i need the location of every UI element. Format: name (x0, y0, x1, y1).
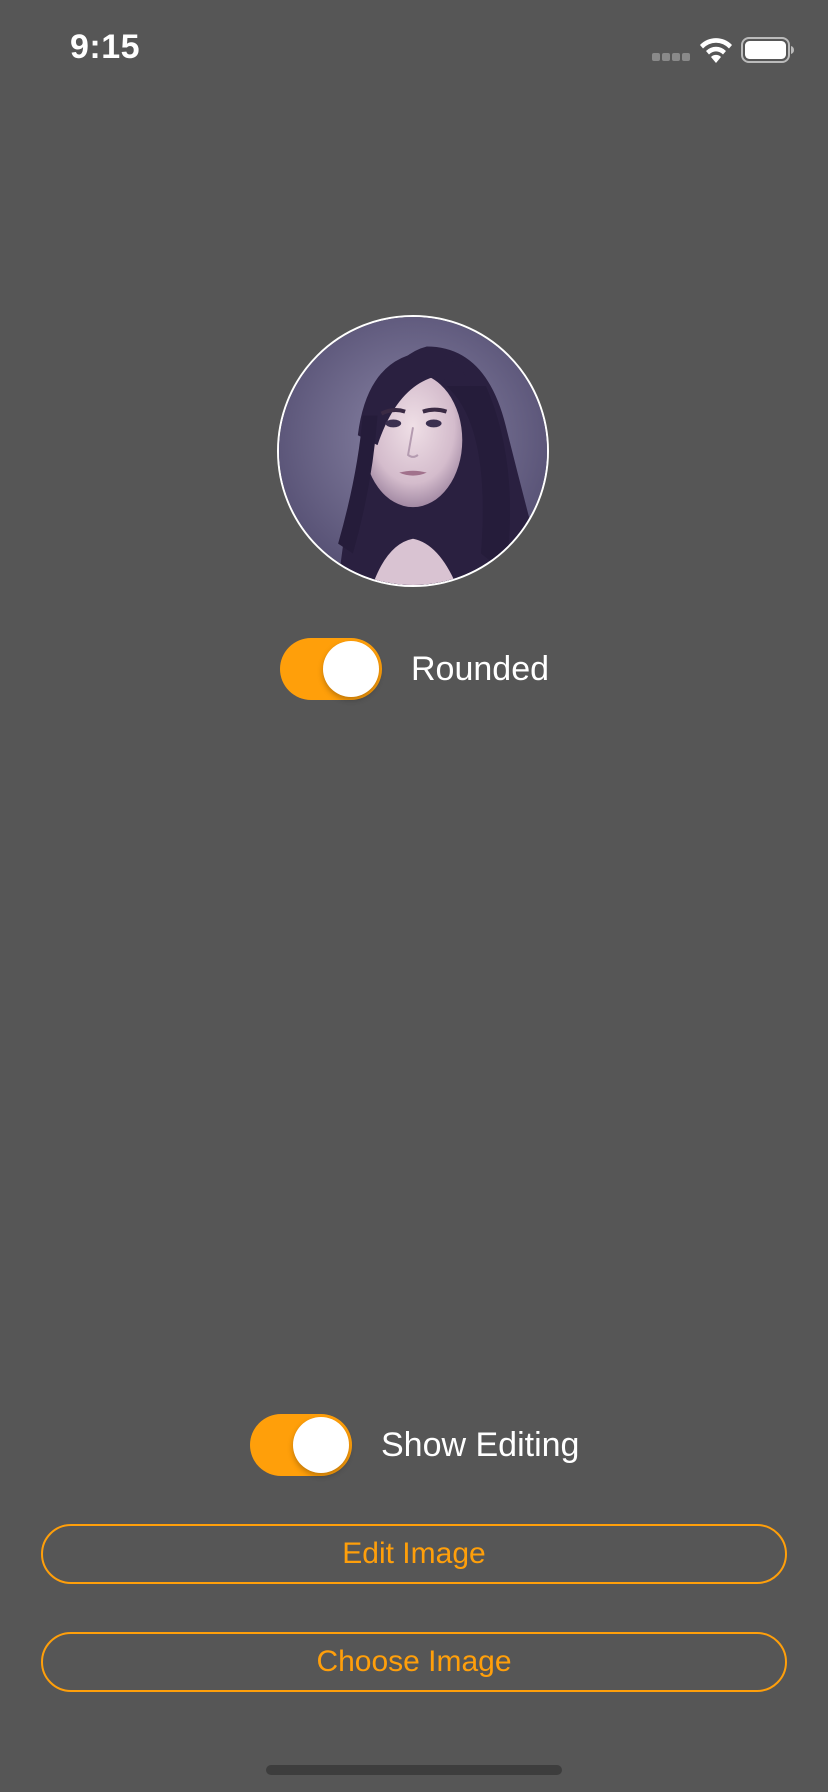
toggle-knob (293, 1417, 349, 1473)
rounded-toggle-label: Rounded (411, 650, 550, 688)
wifi-icon (700, 38, 732, 63)
show-editing-toggle-label: Show Editing (381, 1426, 580, 1464)
rounded-toggle[interactable] (280, 638, 382, 700)
signal-icon (652, 53, 690, 61)
battery-icon (741, 37, 794, 63)
status-time: 9:15 (70, 28, 141, 66)
portrait-image (279, 317, 547, 585)
edit-image-button[interactable]: Edit Image (41, 1524, 787, 1584)
toggle-knob (323, 641, 379, 697)
show-editing-toggle[interactable] (250, 1414, 352, 1476)
profile-avatar (277, 315, 549, 587)
choose-image-button[interactable]: Choose Image (41, 1632, 787, 1692)
status-bar: 9:15 (0, 0, 828, 100)
home-indicator[interactable] (266, 1765, 562, 1775)
